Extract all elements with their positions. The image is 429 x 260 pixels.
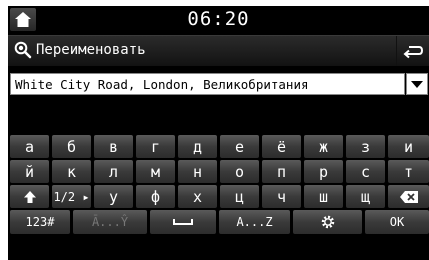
key-ve[interactable]: в <box>94 135 133 158</box>
key-ze[interactable]: з <box>346 135 385 158</box>
page-title: Переименовать <box>36 42 146 58</box>
clock: 06:20 <box>187 8 250 30</box>
triangle-down-icon <box>411 81 423 88</box>
space-bar-icon <box>173 219 193 225</box>
title-bar: Переименовать <box>8 35 429 66</box>
key-ef[interactable]: ф <box>136 185 175 208</box>
latin-extended-key: Ā...Ŷ <box>73 210 147 234</box>
key-short-i[interactable]: й <box>10 160 49 183</box>
key-tse[interactable]: ц <box>220 185 259 208</box>
search-icon <box>14 41 32 59</box>
key-sha[interactable]: ш <box>304 185 343 208</box>
key-de[interactable]: д <box>178 135 217 158</box>
key-a[interactable]: а <box>10 135 49 158</box>
settings-gear-icon <box>321 215 334 229</box>
page-toggle-key[interactable]: 1/2 ▸ <box>52 185 91 208</box>
settings-key[interactable] <box>293 210 362 234</box>
backspace-icon <box>399 190 418 203</box>
back-button[interactable] <box>396 36 429 66</box>
key-che[interactable]: ч <box>262 185 301 208</box>
space-key[interactable] <box>150 210 216 234</box>
key-pe[interactable]: п <box>262 160 301 183</box>
key-zhe[interactable]: ж <box>304 135 343 158</box>
key-o[interactable]: о <box>220 160 259 183</box>
backspace-key[interactable] <box>388 185 429 208</box>
back-return-icon <box>403 46 424 59</box>
key-er[interactable]: р <box>304 160 343 183</box>
name-input-field[interactable]: White City Road, London, Великобритания <box>10 73 405 95</box>
key-ge[interactable]: г <box>136 135 175 158</box>
key-kha[interactable]: х <box>178 185 217 208</box>
key-u[interactable]: у <box>94 185 133 208</box>
keyboard: а б в г д е ё ж з и й к л м н о п р с т … <box>8 135 429 260</box>
status-bar: 06:20 <box>8 6 429 33</box>
key-ka[interactable]: к <box>52 160 91 183</box>
key-be[interactable]: б <box>52 135 91 158</box>
key-en[interactable]: н <box>178 160 217 183</box>
key-shcha[interactable]: щ <box>346 185 385 208</box>
screen: 06:20 Переименовать White City Road, Lon… <box>8 6 429 260</box>
key-i[interactable]: и <box>388 135 429 158</box>
dropdown-button[interactable] <box>406 73 428 95</box>
ok-button[interactable]: OK <box>365 210 429 234</box>
numbers-symbols-key[interactable]: 123# <box>10 210 70 234</box>
key-yo[interactable]: ё <box>262 135 301 158</box>
shift-up-arrow-icon <box>23 190 36 203</box>
key-em[interactable]: м <box>136 160 175 183</box>
key-es[interactable]: с <box>346 160 385 183</box>
latin-keyboard-key[interactable]: A...Z <box>219 210 290 234</box>
key-ye[interactable]: е <box>220 135 259 158</box>
key-el[interactable]: л <box>94 160 133 183</box>
key-te[interactable]: т <box>388 160 429 183</box>
shift-key[interactable] <box>10 185 49 208</box>
